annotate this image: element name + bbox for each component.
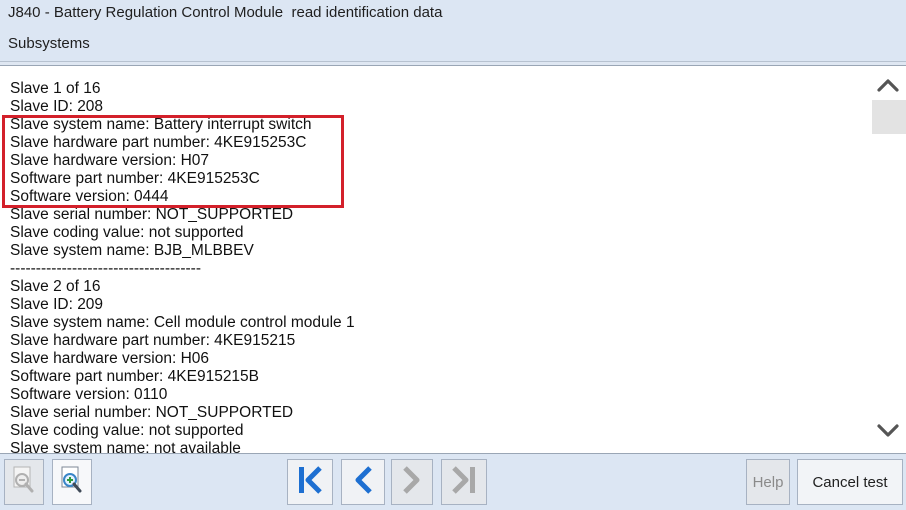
text-line: Slave hardware part number: 4KE915253C	[10, 134, 307, 151]
text-line: Slave ID: 208	[10, 98, 104, 115]
zoom-out-icon	[10, 465, 38, 500]
text-line: Software version: 0110	[10, 386, 168, 403]
skip-to-first-icon	[295, 464, 325, 501]
text-line: Slave serial number: NOT_SUPPORTED	[10, 206, 294, 223]
footer-toolbar: Help Cancel test	[0, 454, 906, 510]
identification-data-panel: Slave 1 of 16 Slave ID: 208 Slave system…	[0, 65, 906, 454]
scroll-up-button[interactable]	[870, 70, 906, 104]
cancel-test-button[interactable]: Cancel test	[797, 459, 903, 505]
skip-to-last-icon	[449, 464, 479, 501]
chevron-up-icon	[877, 78, 899, 97]
text-line: Software part number: 4KE915253C	[10, 170, 260, 187]
subsystems-label: Subsystems	[8, 35, 90, 52]
next-page-button[interactable]	[391, 459, 433, 505]
text-line: Slave ID: 209	[10, 296, 104, 313]
text-line: Slave hardware part number: 4KE915215	[10, 332, 296, 349]
text-line: Slave 2 of 16	[10, 278, 101, 295]
text-line: Software part number: 4KE915215B	[10, 368, 260, 385]
text-line: Slave system name: Cell module control m…	[10, 314, 355, 331]
text-line: Slave coding value: not supported	[10, 422, 244, 439]
identification-text-area[interactable]: Slave 1 of 16 Slave ID: 208 Slave system…	[10, 80, 860, 454]
chevron-right-icon	[399, 464, 425, 501]
text-line: Slave system name: BJB_MLBBEV	[10, 242, 254, 259]
text-line: Slave hardware version: H07	[10, 152, 210, 169]
text-line: Slave hardware version: H06	[10, 350, 210, 367]
zoom-in-button[interactable]	[52, 459, 92, 505]
header-bar: J840 - Battery Regulation Control Module…	[0, 0, 906, 62]
scroll-thumb[interactable]	[872, 100, 906, 134]
last-page-button[interactable]	[441, 459, 487, 505]
text-line: Software version: 0444	[10, 188, 169, 205]
separator-line: -------------------------------------	[10, 260, 201, 277]
vertical-scrollbar[interactable]	[870, 66, 906, 453]
text-line: Slave 1 of 16	[10, 80, 101, 97]
window-title: J840 - Battery Regulation Control Module…	[8, 4, 443, 21]
previous-page-button[interactable]	[341, 459, 385, 505]
zoom-in-icon	[58, 465, 86, 500]
text-line: Slave serial number: NOT_SUPPORTED	[10, 404, 294, 421]
text-line: Slave coding value: not supported	[10, 224, 244, 241]
help-button[interactable]: Help	[746, 459, 790, 505]
scroll-down-button[interactable]	[870, 416, 906, 450]
text-line: Slave system name: Battery interrupt swi…	[10, 116, 312, 133]
first-page-button[interactable]	[287, 459, 333, 505]
text-line: Slave system name: not available	[10, 440, 241, 454]
zoom-out-button[interactable]	[4, 459, 44, 505]
chevron-left-icon	[350, 464, 376, 501]
chevron-down-icon	[877, 423, 899, 443]
